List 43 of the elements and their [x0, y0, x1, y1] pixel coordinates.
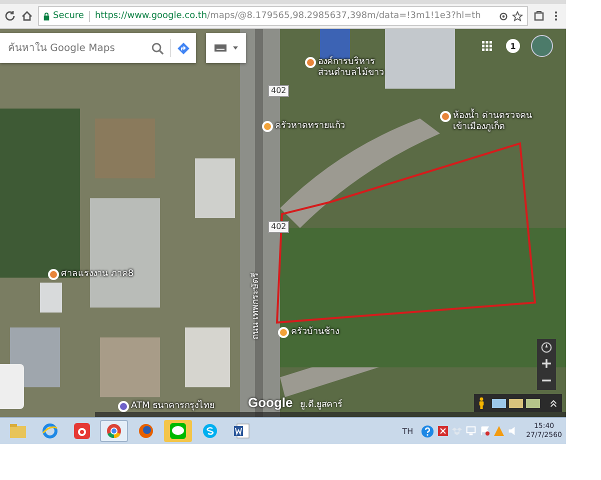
media-player-icon[interactable]: [74, 423, 90, 439]
place-label[interactable]: ATM ธนาคารกรุงไทย: [131, 401, 235, 412]
place-label[interactable]: ครัวบ้านช้าง: [291, 327, 371, 338]
firefox-icon[interactable]: [138, 423, 154, 439]
map-thumbnail[interactable]: [526, 398, 540, 408]
map-thumbnail[interactable]: [492, 398, 506, 408]
place-label[interactable]: องค์การบริหารส่วนตำบลไม้ขาว: [318, 57, 390, 79]
extension-icon[interactable]: [533, 10, 545, 22]
antivirus-icon[interactable]: [438, 426, 448, 436]
street-label: ถนน เทพกระษัตรี: [250, 272, 262, 342]
chat-app-icon[interactable]: [170, 423, 186, 439]
help-icon[interactable]: [421, 424, 434, 438]
flag-icon[interactable]: [480, 426, 490, 436]
road-number-sign: 402: [268, 85, 290, 97]
star-icon[interactable]: [512, 10, 523, 22]
map-thumbnail[interactable]: [509, 398, 523, 408]
compass-icon[interactable]: [540, 341, 553, 354]
map-caption: ยู.ดี.ยูสคาร์: [300, 398, 343, 411]
search-box[interactable]: ค้นหาใน Google Maps: [0, 33, 196, 63]
input-tools-button[interactable]: [206, 33, 246, 63]
search-field[interactable]: ค้นหาใน Google Maps: [6, 42, 145, 54]
word-icon[interactable]: [234, 423, 250, 439]
lock-icon: [43, 12, 50, 20]
place-label[interactable]: ศาลแรงงาน ภาค8: [61, 269, 143, 280]
caret-icon: [233, 46, 238, 50]
chrome-icon[interactable]: [106, 423, 122, 439]
plus-icon: [541, 358, 552, 369]
home-icon[interactable]: [21, 10, 33, 22]
secure-label: Secure: [53, 11, 84, 21]
road-number-sign: 402: [268, 221, 290, 233]
search-icon[interactable]: [151, 42, 164, 54]
place-label[interactable]: ครัวหาดทรายแก้ว: [275, 121, 345, 132]
language-indicator[interactable]: TH: [402, 426, 414, 436]
reload-icon[interactable]: [4, 10, 16, 22]
pegman-icon[interactable]: [478, 397, 485, 409]
url-text: https://www.google.co.th/maps/@8.179565,98.2985637,398m/data=!3m1!1e3?hl=th: [94, 11, 482, 21]
apps-grid-icon[interactable]: [482, 41, 492, 51]
location-icon[interactable]: [498, 10, 509, 22]
address-bar[interactable]: Secure https://www.google.co.th/maps/@8.179565,98.2985637,398m/data=!3m1!1e3?hl=th: [38, 6, 528, 26]
place-label[interactable]: ห้องน้ำ ด่านตรวจคนเข้าเมืองภูเก็ต: [453, 111, 535, 133]
keyboard-icon: [214, 44, 227, 52]
globe-e-icon[interactable]: [42, 423, 58, 439]
chevron-up-icon[interactable]: [549, 398, 558, 408]
